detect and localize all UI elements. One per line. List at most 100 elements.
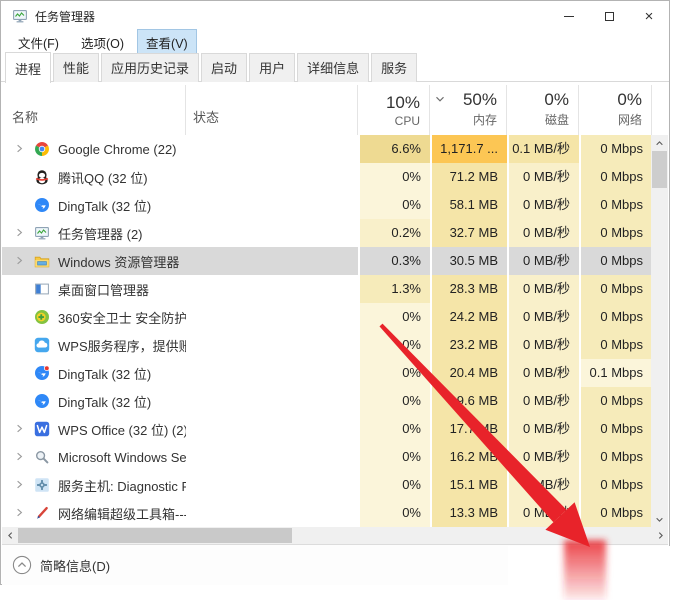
cpu-cell: 0%: [358, 387, 430, 415]
process-row[interactable]: Microsoft Windows Search ...0%16.2 MB0 M…: [2, 443, 652, 471]
menu-bar: 文件(F) 选项(O) 查看(V): [1, 28, 669, 56]
chrome-icon: [34, 141, 50, 157]
cpu-cell: 6.6%: [358, 135, 430, 163]
winsearch-icon: [34, 449, 50, 465]
status-cell: [186, 387, 358, 415]
process-name: DingTalk (32 位): [58, 198, 152, 214]
process-row[interactable]: Windows 资源管理器 0.3% 30.5 MB 0 MB/秒 0 Mbps: [2, 247, 652, 275]
column-header-status[interactable]: 状态: [186, 85, 358, 135]
cpu-cell: 0%: [358, 499, 430, 527]
status-cell: [186, 499, 358, 527]
vertical-scrollbar[interactable]: [651, 135, 668, 527]
titlebar: 任务管理器 ×: [1, 1, 669, 31]
maximize-button[interactable]: [589, 1, 629, 31]
process-row[interactable]: 桌面窗口管理器 1.3% 28.3 MB 0 MB/秒 0 Mbps: [2, 275, 652, 303]
close-button[interactable]: ×: [629, 1, 669, 31]
process-name: 桌面窗口管理器: [58, 282, 150, 298]
menu-view[interactable]: 查看(V): [137, 28, 197, 56]
process-row[interactable]: 任务管理器 (2) 0.2% 32.7 MB 0 MB/秒 0 Mbps: [2, 219, 652, 247]
tab-app-history[interactable]: 应用历史记录: [101, 53, 200, 82]
horizontal-scrollbar-thumb[interactable]: [18, 528, 292, 543]
tab-details[interactable]: 详细信息: [297, 53, 370, 82]
fewer-details-chevron-icon[interactable]: [12, 555, 32, 575]
tab-performance[interactable]: 性能: [53, 53, 100, 82]
status-cell: [186, 247, 358, 275]
process-name: 任务管理器 (2): [58, 226, 143, 242]
process-name: Windows 资源管理器: [58, 254, 180, 270]
window-title: 任务管理器: [35, 9, 96, 24]
table-header: 名称 状态 10% CPU 50% 内存 0% 磁盘 0% 网络: [2, 85, 652, 135]
process-name: 网络编辑超级工具箱---大海加...: [58, 506, 186, 522]
expand-chevron-icon[interactable]: [12, 449, 31, 465]
scroll-left-icon[interactable]: [2, 527, 18, 544]
memory-cell: 24.2 MB: [430, 303, 507, 331]
memory-cell: 32.7 MB: [430, 219, 507, 247]
tab-users[interactable]: 用户: [249, 53, 296, 82]
process-row[interactable]: WPS Office (32 位) (2) 0% 17.7 MB 0 MB/秒 0 Mb…: [2, 415, 652, 443]
cpu-cell: 0%: [358, 163, 430, 191]
process-row[interactable]: DingTalk (32 位) 0% 20.4 MB 0 MB/秒 0.1 Mbps: [2, 359, 652, 387]
scroll-down-icon[interactable]: [651, 511, 668, 527]
memory-cell: 28.3 MB: [430, 275, 507, 303]
vertical-scrollbar-thumb[interactable]: [652, 151, 667, 188]
expand-chevron-icon[interactable]: [12, 505, 31, 521]
expand-chevron-icon[interactable]: [12, 225, 31, 241]
tab-processes[interactable]: 进程: [5, 52, 52, 83]
network-cell: 0 Mbps: [579, 415, 652, 443]
process-name-cell: 任务管理器 (2): [2, 219, 186, 247]
process-row[interactable]: 服务主机: Diagnostic Policy S...0%15.1 MB0 M…: [2, 471, 652, 499]
minimize-icon: [564, 15, 574, 17]
process-name-cell: DingTalk (32 位): [2, 191, 186, 219]
safe360-icon: [34, 309, 50, 325]
disk-cell: 0 MB/秒: [507, 443, 579, 471]
process-name: 360安全卫士 安全防护中心模块...: [58, 310, 186, 326]
process-row[interactable]: 腾讯QQ (32 位) 0% 71.2 MB 0 MB/秒 0 Mbps: [2, 163, 652, 191]
task-manager-app-icon: [12, 8, 28, 24]
process-table-body: Google Chrome (22) 6.6% 1,171.7 ... 0.1 MB/…: [2, 135, 652, 527]
network-cell: 0 Mbps: [579, 135, 652, 163]
minimize-button[interactable]: [549, 1, 589, 31]
column-header-cpu[interactable]: 10% CPU: [358, 85, 430, 135]
column-header-memory[interactable]: 50% 内存: [430, 85, 507, 135]
cpu-cell: 0%: [358, 443, 430, 471]
column-header-name[interactable]: 名称: [2, 85, 186, 135]
horizontal-scrollbar[interactable]: [2, 527, 668, 544]
process-row[interactable]: 网络编辑超级工具箱---大海加... 0%13.3 MB0 MB/秒0 Mbps: [2, 499, 652, 527]
process-row[interactable]: DingTalk (32 位) 0% 58.1 MB 0 MB/秒 0 Mbps: [2, 191, 652, 219]
disk-cell: 0 MB/秒: [507, 191, 579, 219]
expand-chevron-icon[interactable]: [12, 421, 31, 437]
disk-cell: 0 MB/秒: [507, 303, 579, 331]
menu-options[interactable]: 选项(O): [72, 29, 133, 56]
tab-startup[interactable]: 启动: [201, 53, 248, 82]
fewer-details-label[interactable]: 简略信息(D): [40, 556, 110, 575]
status-cell: [186, 191, 358, 219]
scroll-right-icon[interactable]: [652, 527, 668, 544]
tab-services[interactable]: 服务: [371, 53, 418, 82]
process-name-cell: Microsoft Windows Search ...: [2, 443, 186, 471]
process-row[interactable]: Google Chrome (22) 6.6% 1,171.7 ... 0.1 MB/…: [2, 135, 652, 163]
process-row[interactable]: DingTalk (32 位) 0% 19.6 MB 0 MB/秒 0 Mbps: [2, 387, 652, 415]
disk-cell: 0.1 MB/秒: [507, 135, 579, 163]
expand-chevron-icon[interactable]: [12, 477, 31, 493]
network-cell: 0 Mbps: [579, 471, 652, 499]
column-header-network[interactable]: 0% 网络: [579, 85, 652, 135]
sort-chevron-icon: [433, 92, 447, 106]
dingtalk-dot-icon: [34, 365, 50, 381]
close-icon: ×: [644, 7, 654, 25]
maximize-icon: [604, 11, 614, 21]
network-cell: 0 Mbps: [579, 191, 652, 219]
svchost-icon: [34, 477, 50, 493]
process-row[interactable]: 360安全卫士 安全防护中心模块... 0%24.2 MB0 MB/秒0 Mbps: [2, 303, 652, 331]
disk-cell: 0 MB/秒: [507, 471, 579, 499]
process-row[interactable]: WPS服务程序，提供账号登录... 0%23.2 MB0 MB/秒0 Mbps: [2, 331, 652, 359]
process-name: 服务主机: Diagnostic Policy S...: [58, 478, 186, 494]
column-header-disk[interactable]: 0% 磁盘: [507, 85, 579, 135]
expand-chevron-icon[interactable]: [12, 253, 31, 269]
disk-cell: 0 MB/秒: [507, 163, 579, 191]
process-name-cell: WPS Office (32 位) (2): [2, 415, 186, 443]
status-cell: [186, 303, 358, 331]
expand-chevron-icon[interactable]: [12, 141, 31, 157]
scroll-up-icon[interactable]: [651, 135, 668, 151]
